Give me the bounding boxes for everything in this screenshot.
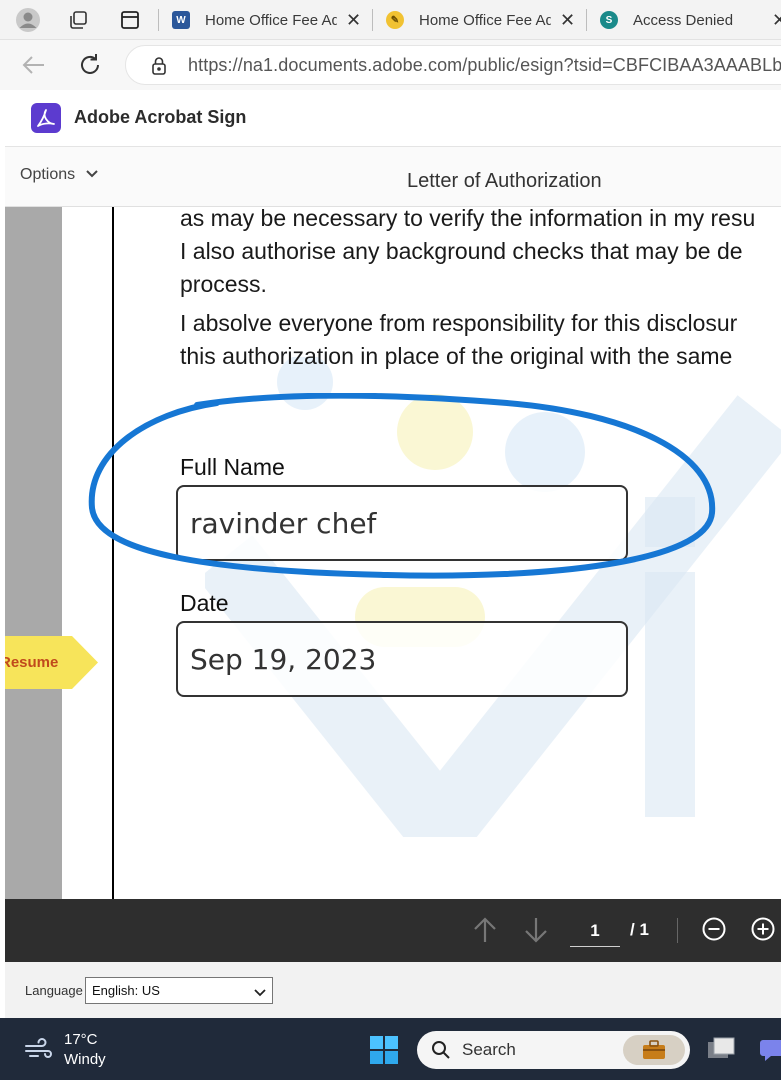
windows-taskbar: 17°C Windy Search: [0, 1018, 781, 1080]
address-bar: https://na1.documents.adobe.com/public/e…: [0, 40, 781, 90]
task-view-icon[interactable]: [706, 1036, 736, 1067]
windows-start-icon[interactable]: [369, 1035, 399, 1070]
resume-tag-label[interactable]: Resume: [5, 654, 58, 671]
tab-separator: [586, 9, 587, 31]
options-label: Options: [20, 166, 76, 183]
tab-close-icon[interactable]: ✕: [772, 11, 781, 29]
collections-icon[interactable]: [64, 6, 92, 34]
tab-title: Home Office Fee Ad: [419, 11, 551, 29]
options-menu-button[interactable]: Options: [20, 166, 99, 184]
language-footer: Language English: US: [5, 962, 781, 1018]
document-text-line: I also authorise any background checks t…: [180, 238, 743, 264]
tab-title: Home Office Fee Ad: [205, 11, 337, 29]
tab-close-icon[interactable]: ✕: [346, 11, 361, 29]
tab-separator: [372, 9, 373, 31]
tab-access-denied[interactable]: S Access Denied ✕: [600, 5, 781, 35]
document-text-line: process.: [180, 271, 267, 297]
annotation-circle: [88, 393, 716, 579]
chevron-down-icon: [254, 985, 266, 1000]
zoom-out-icon[interactable]: [701, 916, 727, 947]
document-text-line: I absolve everyone from responsibility f…: [180, 310, 738, 336]
chevron-down-icon: [85, 166, 99, 184]
profile-avatar-icon[interactable]: [14, 6, 42, 34]
reload-button[interactable]: [76, 51, 104, 79]
url-field[interactable]: https://na1.documents.adobe.com/public/e…: [125, 45, 781, 85]
lock-icon[interactable]: [150, 56, 168, 81]
app-header: Adobe Acrobat Sign: [5, 90, 781, 147]
tab-home-office-word[interactable]: W Home Office Fee Ad ✕: [172, 5, 361, 35]
sharepoint-icon: S: [600, 11, 618, 29]
url-text: https://na1.documents.adobe.com/public/e…: [188, 55, 781, 75]
date-field[interactable]: Sep 19, 2023: [176, 621, 628, 697]
briefcase-icon: [623, 1035, 685, 1065]
language-value: English: US: [92, 983, 160, 998]
teams-chat-icon[interactable]: [759, 1036, 781, 1067]
page-navigation-bar: 1 / 1: [5, 899, 781, 962]
document-toolbar: Options Letter of Authorization: [5, 147, 781, 207]
tab-home-office-sign[interactable]: ✎ Home Office Fee Ad ✕: [386, 5, 575, 35]
sign-icon: ✎: [386, 11, 404, 29]
browser-tab-strip: W Home Office Fee Ad ✕ ✎ Home Office Fee…: [0, 0, 781, 40]
document-title: Letter of Authorization: [407, 170, 602, 192]
weather-condition[interactable]: Windy: [64, 1051, 106, 1068]
tab-close-icon[interactable]: ✕: [560, 11, 575, 29]
document-viewer: as may be necessary to verify the inform…: [5, 207, 781, 899]
word-icon: W: [172, 11, 190, 29]
document-text-line: this authorization in place of the origi…: [180, 343, 733, 369]
document-text-line: as may be necessary to verify the inform…: [180, 207, 756, 231]
search-label: Search: [462, 1040, 516, 1059]
app-brand-name: Adobe Acrobat Sign: [74, 107, 247, 127]
next-page-icon[interactable]: [523, 916, 549, 949]
pager-separator: [677, 918, 678, 943]
date-label: Date: [180, 590, 229, 616]
tab-separator: [158, 9, 159, 31]
page-number-input[interactable]: 1: [570, 919, 620, 947]
tab-title: Access Denied: [633, 11, 734, 29]
language-select[interactable]: English: US: [85, 977, 273, 1004]
left-gutter: [5, 207, 62, 899]
page-total: / 1: [630, 920, 649, 939]
language-label: Language: [25, 983, 83, 998]
wind-icon[interactable]: [24, 1038, 54, 1065]
taskbar-search[interactable]: Search: [417, 1031, 690, 1069]
acrobat-logo-icon: [31, 103, 61, 133]
weather-temperature[interactable]: 17°C: [64, 1031, 98, 1048]
back-button[interactable]: [20, 52, 48, 78]
zoom-in-icon[interactable]: [750, 916, 776, 947]
previous-page-icon[interactable]: [472, 916, 498, 949]
tab-actions-icon[interactable]: [116, 6, 144, 34]
search-icon: [431, 1040, 451, 1065]
